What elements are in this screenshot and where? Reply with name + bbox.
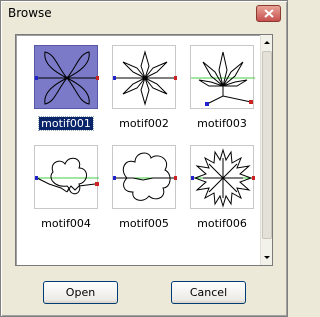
item-label: motif005 <box>119 217 169 230</box>
motif-list[interactable]: motif001 motif002 motif003 motif004 moti… <box>15 34 273 266</box>
scroll-down-button[interactable] <box>262 251 272 263</box>
window-title: Browse <box>8 6 52 20</box>
scroll-up-arrow-icon <box>264 41 270 44</box>
open-button[interactable]: Open <box>43 281 118 304</box>
item-label: motif002 <box>119 117 169 130</box>
motif003-thumbnail <box>190 45 255 109</box>
motif006-thumbnail <box>190 145 255 209</box>
list-item[interactable]: motif005 <box>104 145 184 241</box>
scroll-up-button[interactable] <box>262 37 272 49</box>
item-label: motif004 <box>41 217 91 230</box>
scroll-down-arrow-icon <box>264 256 270 259</box>
motif001-thumbnail <box>34 45 99 109</box>
close-button[interactable] <box>256 5 281 22</box>
vertical-scrollbar[interactable] <box>260 35 272 265</box>
cancel-button[interactable]: Cancel <box>171 281 246 304</box>
list-item[interactable]: motif004 <box>26 145 106 241</box>
motif005-thumbnail <box>112 145 177 209</box>
item-label: motif001 <box>38 116 94 131</box>
item-label: motif003 <box>197 117 247 130</box>
close-icon <box>264 9 274 18</box>
item-label: motif006 <box>197 217 247 230</box>
motif004-thumbnail <box>34 145 99 209</box>
scrollbar-thumb[interactable] <box>262 51 272 239</box>
list-item[interactable]: motif002 <box>104 45 184 141</box>
list-item[interactable]: motif006 <box>182 145 262 241</box>
motif002-thumbnail <box>112 45 177 109</box>
browse-dialog: Browse motif001 motif002 motif003 motif0… <box>0 0 288 317</box>
title-bar: Browse <box>2 2 286 24</box>
list-item[interactable]: motif001 <box>26 45 106 141</box>
list-item[interactable]: motif003 <box>182 45 262 141</box>
